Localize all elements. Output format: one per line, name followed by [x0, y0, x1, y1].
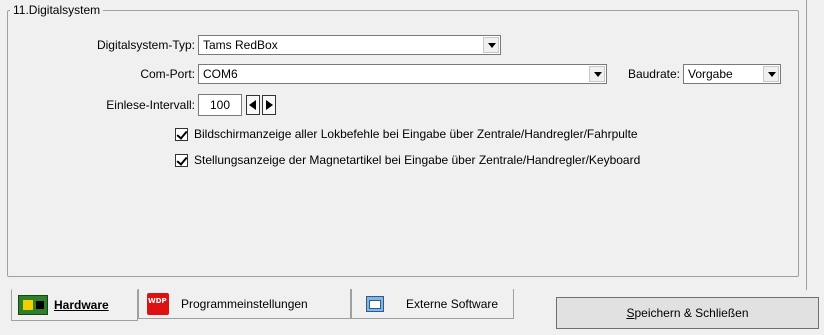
checkbox-row-lok-commands[interactable]: Bildschirmanzeige aller Lokbefehle bei E… [175, 125, 638, 143]
external-software-icon [366, 295, 384, 312]
digitalsystem-type-select[interactable]: Tams RedBox [198, 35, 501, 55]
groupbox-title: 11.Digitalsystem [10, 2, 104, 18]
lok-commands-checkbox[interactable] [175, 127, 188, 141]
lok-commands-label: Bildschirmanzeige aller Lokbefehle bei E… [194, 127, 638, 141]
tab-externe-software-label: Externe Software [406, 296, 499, 311]
wdp-icon [147, 292, 169, 315]
tab-hardware[interactable]: Hardware [11, 289, 138, 321]
save-button-label: peichern & Schließen [634, 306, 749, 320]
magnetartikel-label: Stellungsanzeige der Magnetartikel bei E… [194, 153, 641, 167]
com-port-value: COM6 [203, 67, 238, 81]
digitalsystem-type-value: Tams RedBox [203, 38, 278, 52]
interval-label: Einlese-Intervall: [106, 98, 195, 112]
chevron-down-icon[interactable] [589, 66, 605, 82]
interval-input[interactable]: 100 [198, 94, 242, 116]
com-port-label: Com-Port: [140, 67, 195, 81]
tab-hardware-label: Hardware [54, 298, 109, 312]
chevron-down-icon[interactable] [483, 37, 499, 53]
baudrate-value: Vorgabe [688, 67, 733, 81]
vertical-scrollbar[interactable] [806, 0, 819, 290]
chevron-down-icon[interactable] [763, 66, 779, 82]
baudrate-select[interactable]: Vorgabe [683, 64, 781, 84]
com-port-select[interactable]: COM6 [198, 64, 607, 84]
magnetartikel-checkbox[interactable] [175, 153, 188, 167]
increase-arrow-icon[interactable] [262, 95, 276, 115]
tab-programmeinstellungen[interactable]: Programmeinstellungen [138, 289, 351, 319]
checkbox-row-magnetartikel[interactable]: Stellungsanzeige der Magnetartikel bei E… [175, 151, 640, 169]
settings-panel: 11.Digitalsystem Digitalsystem-Typ: Tams… [0, 0, 818, 282]
save-and-close-button[interactable]: Speichern & Schließen [556, 297, 819, 329]
hardware-icon [18, 295, 48, 315]
digitalsystem-type-label: Digitalsystem-Typ: [96, 38, 195, 52]
tab-externe-software[interactable]: Externe Software [351, 289, 514, 319]
tab-programmeinstellungen-label: Programmeinstellungen [181, 296, 308, 311]
baudrate-label: Baudrate: [627, 67, 680, 81]
decrease-arrow-icon[interactable] [246, 95, 260, 115]
